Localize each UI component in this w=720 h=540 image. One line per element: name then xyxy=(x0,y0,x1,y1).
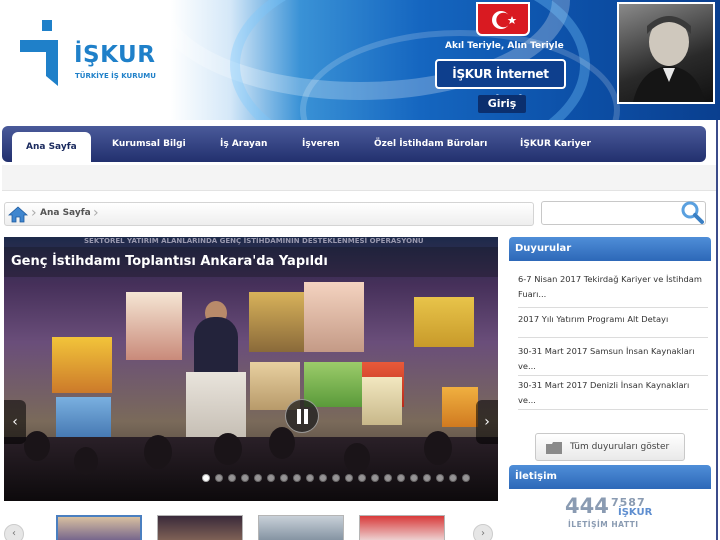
ataturk-portrait xyxy=(617,2,715,104)
slider-dot[interactable] xyxy=(241,474,249,482)
thumbnails-next-button[interactable]: › xyxy=(473,524,493,540)
logo-subtitle: TÜRKİYE İŞ KURUMU xyxy=(75,72,156,80)
slider-dot[interactable] xyxy=(449,474,457,482)
announcements-header: Duyurular xyxy=(509,237,711,261)
breadcrumb-separator: › xyxy=(93,205,99,221)
page-edge xyxy=(716,120,718,540)
hotline-banner[interactable]: 444 7587 İŞKUR İLETİŞİM HATTI xyxy=(560,494,670,540)
folder-icon xyxy=(546,442,562,454)
hotline-number-big: 444 xyxy=(565,494,609,518)
home-icon[interactable] xyxy=(8,206,28,223)
slider-dot[interactable] xyxy=(345,474,353,482)
internet-branch-button[interactable]: İŞKUR İnternet Şubesi xyxy=(435,59,566,107)
main-nav: Ana Sayfa Kurumsal Bilgi İş Arayan İşver… xyxy=(2,126,706,166)
slider-dot[interactable] xyxy=(254,474,262,482)
all-announcements-button[interactable]: Tüm duyuruları göster xyxy=(535,433,685,461)
logo-text[interactable]: İŞKUR xyxy=(74,42,155,68)
announcement-item[interactable]: 30-31 Mart 2017 Samsun İnsan Kaynakları … xyxy=(518,342,708,376)
slogan: Akıl Teriyle, Alın Teriyle xyxy=(445,41,564,51)
nav-item-is-arayan[interactable]: İş Arayan xyxy=(220,126,267,162)
announcements-title: Duyurular xyxy=(515,243,572,254)
login-button[interactable]: Giriş xyxy=(478,95,526,113)
search-icon[interactable] xyxy=(679,199,705,225)
iskur-logo-icon[interactable] xyxy=(18,20,66,90)
thumbnail-strip: ‹ › xyxy=(0,512,500,540)
nav-item-iskur-kariyer[interactable]: İŞKUR Kariyer xyxy=(520,126,591,162)
audience-head xyxy=(144,435,172,469)
slide-banner-text: SEKTÖREL YATIRIM ALANLARINDA GENÇ İSTİHD… xyxy=(84,237,424,245)
contact-header: İletişim xyxy=(509,465,711,489)
slide-thumbnail[interactable] xyxy=(157,515,243,540)
nav-item-kurumsal-bilgi[interactable]: Kurumsal Bilgi xyxy=(112,126,186,162)
slider-prev-button[interactable]: ‹ xyxy=(4,400,26,444)
slide-graphic-panel xyxy=(126,292,182,360)
slider-pause-button[interactable] xyxy=(285,399,319,433)
slide-graphic-panel xyxy=(362,377,402,425)
slider-dot[interactable] xyxy=(267,474,275,482)
breadcrumb: › Ana Sayfa › xyxy=(4,202,534,226)
slider-dot[interactable] xyxy=(358,474,366,482)
thumbnails-prev-button[interactable]: ‹ xyxy=(4,524,24,540)
slider-dot[interactable] xyxy=(384,474,392,482)
slide-thumbnail[interactable] xyxy=(359,515,445,540)
slider-dot[interactable] xyxy=(436,474,444,482)
slider-dot[interactable] xyxy=(215,474,223,482)
sub-nav-bar xyxy=(2,165,716,191)
turkish-flag-icon xyxy=(476,2,530,36)
all-announcements-label: Tüm duyuruları göster xyxy=(570,442,670,452)
slider-dot[interactable] xyxy=(332,474,340,482)
audience-head xyxy=(214,433,242,465)
announcement-item[interactable]: 6-7 Nisan 2017 Tekirdağ Kariyer ve İstih… xyxy=(518,272,708,308)
contact-title: İletişim xyxy=(515,471,557,482)
slider-dot[interactable] xyxy=(228,474,236,482)
slider-dot[interactable] xyxy=(319,474,327,482)
slide-graphic-panel xyxy=(414,297,474,347)
slide-graphic-panel xyxy=(304,362,364,407)
breadcrumb-current[interactable]: Ana Sayfa xyxy=(40,208,91,218)
slider-dot[interactable] xyxy=(462,474,470,482)
announcement-item[interactable]: 2017 Yılı Yatırım Programı Alt Detayı xyxy=(518,308,708,338)
hotline-label: İLETİŞİM HATTI xyxy=(568,520,639,529)
audience-head xyxy=(74,447,98,475)
slider-dot[interactable] xyxy=(423,474,431,482)
slider-dot[interactable] xyxy=(306,474,314,482)
speaker xyxy=(194,317,238,375)
slide-graphic-panel xyxy=(442,387,478,427)
slider-dots xyxy=(202,467,475,482)
slider-dot[interactable] xyxy=(371,474,379,482)
news-slider[interactable]: SEKTÖREL YATIRIM ALANLARINDA GENÇ İSTİHD… xyxy=(4,237,498,501)
breadcrumb-separator: › xyxy=(31,205,37,221)
slider-next-button[interactable]: › xyxy=(476,400,498,444)
announcement-item[interactable]: 30-31 Mart 2017 Denizli İnsan Kaynakları… xyxy=(518,376,708,410)
slider-dot[interactable] xyxy=(397,474,405,482)
slide-graphic-panel xyxy=(249,292,305,352)
slide-title[interactable]: Genç İstihdamı Toplantısı Ankara'da Yapı… xyxy=(11,254,328,269)
slide-thumbnail[interactable] xyxy=(258,515,344,540)
nav-item-isveren[interactable]: İşveren xyxy=(302,126,340,162)
slider-dot[interactable] xyxy=(410,474,418,482)
slider-dot[interactable] xyxy=(280,474,288,482)
hotline-brand: İŞKUR xyxy=(618,507,653,518)
site-header: İŞKUR TÜRKİYE İŞ KURUMU Akıl Teriyle, Al… xyxy=(0,0,720,120)
slide-graphic-panel xyxy=(52,337,112,393)
nav-item-ozel-istihdam[interactable]: Özel İstihdam Büroları xyxy=(374,126,487,162)
audience-head xyxy=(269,427,295,459)
audience-head xyxy=(24,431,50,461)
slide-thumbnail[interactable] xyxy=(56,515,142,540)
slide-graphic-panel xyxy=(304,282,364,352)
slider-dot[interactable] xyxy=(202,474,210,482)
slider-dot[interactable] xyxy=(293,474,301,482)
nav-item-ana-sayfa[interactable]: Ana Sayfa xyxy=(12,132,91,166)
audience-head xyxy=(424,431,452,465)
